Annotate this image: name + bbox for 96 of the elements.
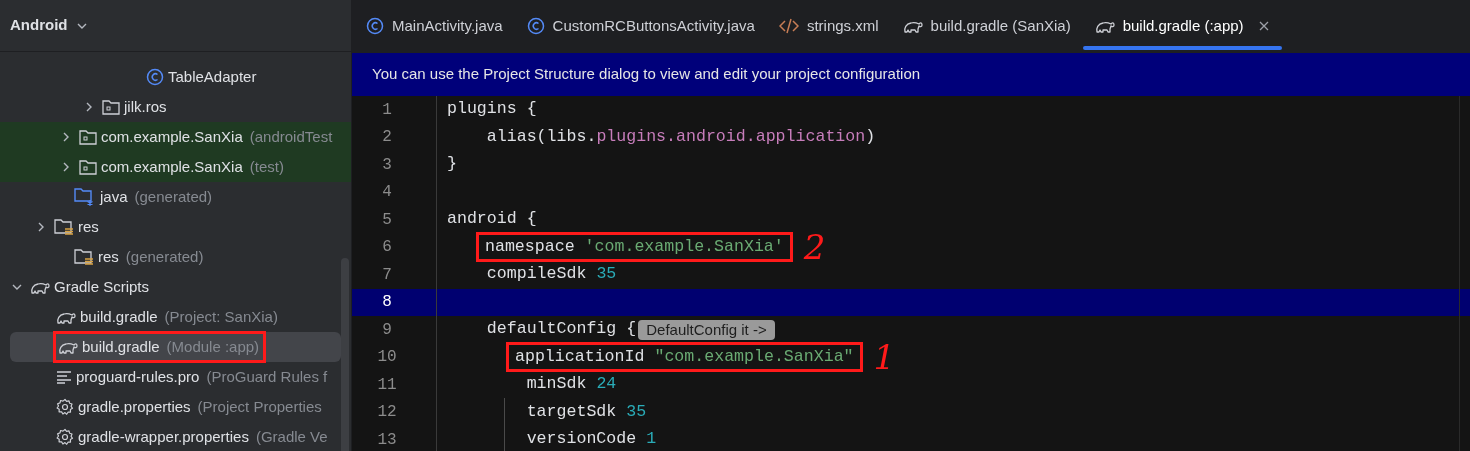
- line-number: 5: [381, 209, 393, 231]
- line-number: 7: [381, 264, 393, 286]
- class-icon: [526, 17, 545, 35]
- item-label: jilk.ros: [124, 96, 167, 117]
- folder-icon: [79, 159, 97, 175]
- resource-folder-icon: [74, 248, 94, 266]
- settings-icon: [56, 428, 74, 446]
- line-number: 12: [376, 402, 398, 424]
- code-token: 1: [646, 428, 657, 451]
- item-label: gradle.properties: [78, 396, 191, 417]
- tab-label: strings.xml: [806, 15, 879, 36]
- text-file-icon: [56, 370, 72, 384]
- item-note: (generated): [134, 186, 213, 207]
- tree-item[interactable]: Gradle Scripts: [0, 272, 351, 302]
- folder-icon: [102, 99, 120, 115]
- line-number: 3: [381, 154, 393, 176]
- code-token: applicationId: [515, 345, 646, 368]
- handwritten-number: 2: [803, 230, 826, 265]
- item-note: (Gradle Ve: [255, 426, 328, 447]
- item-label: build.gradle: [80, 306, 158, 327]
- item-note: (ProGuard Rules f: [206, 366, 328, 387]
- code-token: namespace: [485, 235, 576, 258]
- code-token: android {: [447, 208, 537, 231]
- code-token: 35: [626, 400, 647, 423]
- close-icon[interactable]: [1257, 20, 1270, 32]
- item-note: (Project Properties: [197, 396, 322, 417]
- item-label: com.example.SanXia: [101, 156, 243, 177]
- item-label: proguard-rules.pro: [76, 366, 200, 387]
- code-token: 24: [596, 373, 617, 396]
- tree-item[interactable]: java (generated): [0, 182, 351, 212]
- tab-label: MainActivity.java: [392, 15, 503, 36]
- code-token: 'com.example.SanXia': [584, 235, 784, 258]
- editor-tab[interactable]: MainActivity.java: [354, 0, 515, 52]
- item-note: (generated): [125, 246, 204, 267]
- code-token: targetSdk: [525, 400, 618, 423]
- class-icon: [146, 68, 164, 86]
- handwritten-number: 1: [873, 340, 896, 375]
- line-number: 4: [381, 182, 393, 204]
- editor-tab[interactable]: strings.xml: [766, 0, 891, 52]
- class-icon: [366, 17, 384, 35]
- code-token: alias(libs.: [485, 125, 597, 148]
- tree-item[interactable]: gradle-wrapper.properties (Gradle Ve: [0, 422, 351, 451]
- item-label: Gradle Scripts: [54, 276, 150, 297]
- item-label: java: [100, 186, 128, 207]
- tab-label: build.gradle (SanXia): [930, 15, 1071, 36]
- line-number: 8: [381, 292, 393, 314]
- item-note: (androidTest: [249, 126, 333, 147]
- tree-item[interactable]: com.example.SanXia (androidTest: [0, 122, 351, 152]
- line-number: 2: [381, 127, 393, 149]
- code-token: 35: [596, 263, 617, 286]
- item-label: build.gradle: [82, 336, 160, 357]
- banner-text: You can use the Project Structure dialog to view and edit your project configuration: [372, 64, 921, 85]
- line-number: 13: [376, 429, 398, 451]
- code-token: compileSdk: [485, 263, 588, 286]
- settings-icon: [56, 398, 74, 416]
- item-label: res: [98, 246, 119, 267]
- tree-item[interactable]: res (generated): [0, 242, 351, 272]
- code-token: plugins {: [447, 98, 537, 121]
- tab-label: build.gradle (:app): [1122, 15, 1244, 36]
- code-token: minSdk: [525, 373, 588, 396]
- item-note: (test): [249, 156, 284, 177]
- code-token: plugins.android.application: [596, 125, 866, 148]
- line-number: 9: [381, 319, 393, 341]
- code-token: versionCode: [525, 428, 638, 451]
- tree-item[interactable]: jilk.ros: [0, 92, 351, 122]
- resource-folder-icon: [54, 218, 74, 236]
- code-token: ): [865, 125, 876, 148]
- tree-item[interactable]: TableAdapter: [0, 62, 351, 92]
- line-number: 11: [376, 374, 398, 396]
- code-token: "com.example.SanXia": [654, 345, 854, 368]
- code-token: defaultConfig {: [485, 318, 637, 341]
- tree-item[interactable]: build.gradle (Project: SanXia): [0, 302, 351, 332]
- editor-tab[interactable]: build.gradle (:app): [1082, 0, 1282, 52]
- editor-tab[interactable]: build.gradle (SanXia): [890, 0, 1083, 52]
- item-note: (Module :app): [166, 336, 260, 357]
- tree-item[interactable]: res: [0, 212, 351, 242]
- code-token: }: [447, 153, 457, 176]
- tree-item-selected[interactable]: build.gradle (Module :app): [10, 332, 341, 362]
- item-label: gradle-wrapper.properties: [78, 426, 249, 447]
- item-label: TableAdapter: [168, 66, 257, 87]
- tree-item[interactable]: proguard-rules.pro (ProGuard Rules f: [0, 362, 351, 392]
- tree-item[interactable]: gradle.properties (Project Properties: [0, 392, 351, 422]
- item-label: res: [78, 216, 99, 237]
- item-label: com.example.SanXia: [101, 126, 243, 147]
- line-number: 10: [376, 347, 398, 369]
- tree-item[interactable]: com.example.SanXia (test): [0, 152, 351, 182]
- tab-label: CustomRCButtonsActivity.java: [552, 15, 755, 36]
- item-note: (Project: SanXia): [164, 306, 278, 327]
- panel-title[interactable]: Android: [10, 14, 68, 37]
- editor-tab[interactable]: CustomRCButtonsActivity.java: [514, 0, 767, 52]
- folder-icon: [79, 129, 97, 145]
- scrollbar[interactable]: [341, 258, 349, 451]
- code-icon: [778, 18, 799, 34]
- line-number: 1: [381, 99, 393, 121]
- inline-hint: DefaultConfig it ->: [638, 319, 775, 340]
- line-number: 6: [381, 237, 393, 259]
